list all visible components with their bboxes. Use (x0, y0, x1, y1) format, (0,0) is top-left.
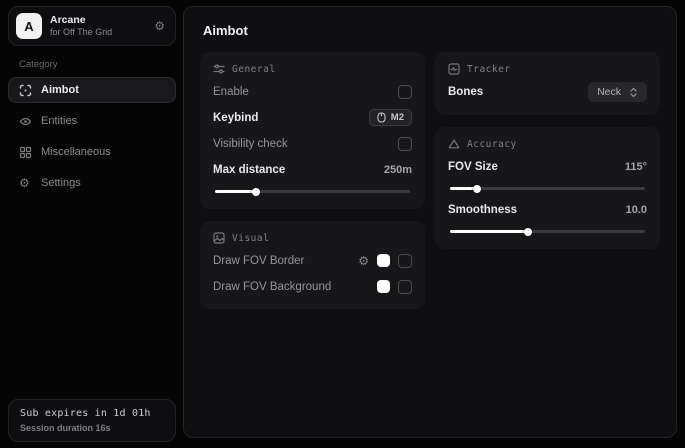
smoothness-value: 10.0 (626, 204, 647, 216)
sidebar-item-aimbot[interactable]: Aimbot (8, 77, 176, 103)
visual-card: Visual Draw FOV Border ⚙ Draw FOV Backgr… (200, 221, 425, 309)
category-label: Category (19, 59, 176, 70)
sidebar-item-entities[interactable]: Entities (8, 108, 176, 134)
page-title: Aimbot (203, 23, 660, 38)
card-title: Visual (232, 233, 269, 244)
app-header: A Arcane for Off The Grid ⚙ (8, 6, 176, 46)
visibility-check-label: Visibility check (213, 138, 288, 150)
bones-selected-value: Neck (597, 86, 621, 98)
fov-background-color-swatch[interactable] (377, 280, 390, 293)
smoothness-row: Smoothness 10.0 (448, 200, 647, 219)
accuracy-card: Accuracy FOV Size 115° Smoothness 10.0 (435, 127, 660, 249)
fov-size-slider[interactable] (450, 187, 645, 190)
enable-label: Enable (213, 86, 249, 98)
crosshair-icon (19, 84, 32, 97)
enable-row: Enable (213, 82, 412, 101)
subscription-info: Sub expires in 1d 01h Session duration 1… (8, 399, 176, 442)
max-distance-slider-thumb[interactable] (252, 188, 260, 196)
activity-icon (448, 63, 460, 75)
app-name: Arcane (50, 14, 112, 27)
app-title-block: Arcane for Off The Grid (50, 14, 112, 38)
card-title: Tracker (467, 64, 511, 75)
fov-border-color-swatch[interactable] (377, 254, 390, 267)
app-logo: A (16, 13, 42, 39)
app-subtitle: for Off The Grid (50, 27, 112, 38)
chevron-up-down-icon (629, 87, 638, 98)
image-icon (213, 232, 225, 244)
sidebar: A Arcane for Off The Grid ⚙ Category Aim… (8, 6, 176, 442)
fov-border-settings-gear-icon[interactable]: ⚙ (358, 255, 369, 267)
keybind-value: M2 (391, 112, 404, 123)
draw-fov-border-checkbox[interactable] (398, 254, 412, 268)
keybind-label: Keybind (213, 112, 258, 124)
tracker-card: Tracker Bones Neck (435, 52, 660, 115)
max-distance-slider[interactable] (215, 190, 410, 193)
sidebar-item-label: Aimbot (41, 84, 79, 96)
draw-fov-border-row: Draw FOV Border ⚙ (213, 251, 412, 270)
draw-fov-background-label: Draw FOV Background (213, 281, 331, 293)
card-title: General (232, 64, 276, 75)
bones-select[interactable]: Neck (588, 82, 647, 102)
triangle-icon (448, 138, 460, 150)
draw-fov-border-label: Draw FOV Border (213, 255, 304, 267)
draw-fov-background-row: Draw FOV Background (213, 277, 412, 296)
card-title: Accuracy (467, 139, 517, 150)
bones-row: Bones Neck (448, 82, 647, 102)
fov-size-slider-thumb[interactable] (473, 185, 481, 193)
sidebar-item-miscellaneous[interactable]: Miscellaneous (8, 139, 176, 165)
session-duration-text: Session duration 16s (20, 423, 164, 433)
sidebar-item-label: Entities (41, 115, 77, 127)
max-distance-value: 250m (384, 164, 412, 176)
visibility-check-checkbox[interactable] (398, 137, 412, 151)
sidebar-item-settings[interactable]: ⚙ Settings (8, 170, 176, 196)
mouse-icon (377, 112, 386, 123)
fov-size-row: FOV Size 115° (448, 157, 647, 176)
bones-label: Bones (448, 86, 483, 98)
general-card: General Enable Keybind M2 (200, 52, 425, 209)
fov-size-label: FOV Size (448, 161, 498, 173)
enable-checkbox[interactable] (398, 85, 412, 99)
smoothness-label: Smoothness (448, 204, 517, 216)
sidebar-item-label: Miscellaneous (41, 146, 111, 158)
gear-icon[interactable]: ⚙ (154, 20, 165, 32)
grid-icon (19, 146, 32, 159)
max-distance-row: Max distance 250m (213, 160, 412, 179)
max-distance-label: Max distance (213, 164, 285, 176)
sliders-icon (213, 63, 225, 75)
sub-expiry-text: Sub expires in 1d 01h (20, 408, 164, 419)
fov-size-value: 115° (625, 161, 647, 173)
sidebar-item-label: Settings (41, 177, 81, 189)
settings-gear-icon: ⚙ (19, 177, 32, 190)
visibility-check-row: Visibility check (213, 134, 412, 153)
smoothness-slider[interactable] (450, 230, 645, 233)
main-panel: Aimbot General Enable (183, 6, 677, 438)
smoothness-slider-thumb[interactable] (524, 228, 532, 236)
eye-icon (19, 115, 32, 128)
keybind-row: Keybind M2 (213, 108, 412, 127)
keybind-button[interactable]: M2 (369, 109, 412, 126)
draw-fov-background-checkbox[interactable] (398, 280, 412, 294)
